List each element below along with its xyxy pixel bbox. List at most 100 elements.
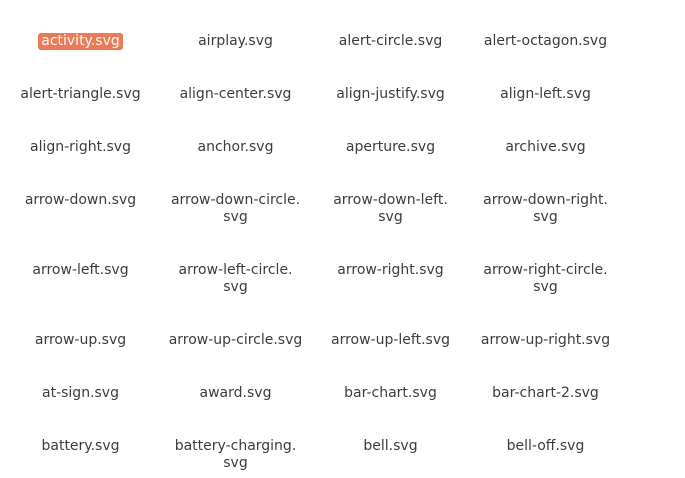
file-name-line: svg xyxy=(223,279,248,295)
file-name-label: battery-charging. svg xyxy=(172,438,300,472)
file-item[interactable]: alert-octagon.svg xyxy=(468,33,623,50)
file-item[interactable]: airplay.svg xyxy=(158,33,313,50)
file-item[interactable]: arrow-up-circle.svg xyxy=(158,332,313,349)
file-name-label: activity.svg xyxy=(38,33,123,50)
file-name-line: bar-chart-2.svg xyxy=(492,385,599,401)
file-name-label: anchor.svg xyxy=(195,139,277,156)
file-item[interactable]: award.svg xyxy=(158,385,313,402)
file-name-line: alert-triangle.svg xyxy=(20,86,141,102)
file-name-line: svg xyxy=(533,279,558,295)
file-name-label: at-sign.svg xyxy=(39,385,122,402)
file-name-label: bar-chart.svg xyxy=(341,385,440,402)
file-name-label: arrow-left-circle. svg xyxy=(175,262,295,296)
file-name-line: arrow-right-circle. xyxy=(483,262,608,278)
file-name-label: alert-circle.svg xyxy=(336,33,446,50)
file-name-label: arrow-down.svg xyxy=(22,192,139,209)
file-name-label: align-right.svg xyxy=(27,139,134,156)
file-name-line: svg xyxy=(223,209,248,225)
file-name-line: archive.svg xyxy=(505,139,586,155)
file-name-label: align-left.svg xyxy=(497,86,594,103)
file-item[interactable]: arrow-down-right. svg xyxy=(468,192,623,226)
file-item[interactable]: arrow-down.svg xyxy=(3,192,158,209)
file-item[interactable]: aperture.svg xyxy=(313,139,468,156)
file-name-line: arrow-up-circle.svg xyxy=(168,332,303,348)
file-name-line: anchor.svg xyxy=(197,139,274,155)
file-item[interactable]: anchor.svg xyxy=(158,139,313,156)
file-name-line: svg xyxy=(533,209,558,225)
file-name-line: arrow-right.svg xyxy=(337,262,444,278)
file-item[interactable]: arrow-up.svg xyxy=(3,332,158,349)
file-item[interactable]: arrow-left.svg xyxy=(3,262,158,279)
file-name-label: arrow-up-right.svg xyxy=(478,332,613,349)
file-item[interactable]: archive.svg xyxy=(468,139,623,156)
file-name-line: svg xyxy=(378,209,403,225)
file-name-line: align-right.svg xyxy=(30,139,131,155)
file-name-line: airplay.svg xyxy=(198,33,273,49)
file-item[interactable]: align-center.svg xyxy=(158,86,313,103)
file-item[interactable]: battery.svg xyxy=(3,438,158,455)
file-name-label: alert-octagon.svg xyxy=(481,33,610,50)
file-name-line: activity.svg xyxy=(41,33,120,49)
file-item[interactable]: alert-circle.svg xyxy=(313,33,468,50)
file-name-label: arrow-right-circle. svg xyxy=(480,262,610,296)
file-item[interactable]: at-sign.svg xyxy=(3,385,158,402)
file-name-label: arrow-right.svg xyxy=(334,262,446,279)
file-item[interactable]: arrow-up-left.svg xyxy=(313,332,468,349)
file-item[interactable]: alert-triangle.svg xyxy=(3,86,158,103)
file-item[interactable]: arrow-down-circle. svg xyxy=(158,192,313,226)
file-item[interactable]: bell.svg xyxy=(313,438,468,455)
file-name-label: arrow-down-circle. svg xyxy=(168,192,303,226)
file-name-label: aperture.svg xyxy=(343,139,438,156)
file-name-line: arrow-left-circle. xyxy=(178,262,293,278)
file-name-line: alert-octagon.svg xyxy=(483,33,608,49)
file-item[interactable]: bell-off.svg xyxy=(468,438,623,455)
file-name-line: arrow-down-circle. xyxy=(170,192,301,208)
file-name-line: align-left.svg xyxy=(500,86,591,102)
file-item[interactable]: align-right.svg xyxy=(3,139,158,156)
file-name-line: bar-chart.svg xyxy=(344,385,437,401)
file-name-line: battery.svg xyxy=(41,438,120,454)
file-name-line: arrow-down-right. xyxy=(483,192,608,208)
file-name-line: arrow-up-left.svg xyxy=(330,332,450,348)
file-name-line: arrow-left.svg xyxy=(32,262,129,278)
file-name-label: align-center.svg xyxy=(177,86,295,103)
file-name-label: arrow-down-right. svg xyxy=(480,192,611,226)
file-name-line: svg xyxy=(223,455,248,471)
file-item[interactable]: align-left.svg xyxy=(468,86,623,103)
file-name-label: archive.svg xyxy=(502,139,588,156)
file-name-label: arrow-down-left. svg xyxy=(330,192,451,226)
file-name-line: alert-circle.svg xyxy=(338,33,443,49)
file-name-label: align-justify.svg xyxy=(333,86,448,103)
file-item[interactable]: arrow-right-circle. svg xyxy=(468,262,623,296)
file-name-line: battery-charging. xyxy=(174,438,297,454)
file-item[interactable]: align-justify.svg xyxy=(313,86,468,103)
file-item[interactable]: bar-chart-2.svg xyxy=(468,385,623,402)
file-name-line: align-center.svg xyxy=(179,86,292,102)
file-name-line: arrow-down.svg xyxy=(24,192,137,208)
file-name-line: aperture.svg xyxy=(345,139,436,155)
file-name-label: arrow-left.svg xyxy=(29,262,131,279)
file-name-line: align-justify.svg xyxy=(336,86,445,102)
file-name-label: arrow-up-left.svg xyxy=(328,332,453,349)
file-item[interactable]: arrow-left-circle. svg xyxy=(158,262,313,296)
file-name-line: arrow-up-right.svg xyxy=(480,332,611,348)
file-name-line: arrow-down-left. xyxy=(333,192,448,208)
file-item[interactable]: bar-chart.svg xyxy=(313,385,468,402)
file-name-label: arrow-up.svg xyxy=(32,332,129,349)
file-item[interactable]: battery-charging. svg xyxy=(158,438,313,472)
file-name-label: bar-chart-2.svg xyxy=(489,385,602,402)
file-name-label: arrow-up-circle.svg xyxy=(166,332,306,349)
file-name-line: bell.svg xyxy=(363,438,418,454)
file-name-label: bell-off.svg xyxy=(504,438,588,455)
file-name-label: bell.svg xyxy=(360,438,420,455)
file-name-line: at-sign.svg xyxy=(42,385,119,401)
file-name-label: battery.svg xyxy=(38,438,122,455)
file-name-label: airplay.svg xyxy=(195,33,276,50)
file-name-label: alert-triangle.svg xyxy=(17,86,143,103)
file-item[interactable]: arrow-up-right.svg xyxy=(468,332,623,349)
file-name-line: arrow-up.svg xyxy=(34,332,127,348)
file-item[interactable]: activity.svg xyxy=(3,33,158,50)
file-item[interactable]: arrow-right.svg xyxy=(313,262,468,279)
file-name-line: bell-off.svg xyxy=(506,438,585,454)
file-item[interactable]: arrow-down-left. svg xyxy=(313,192,468,226)
